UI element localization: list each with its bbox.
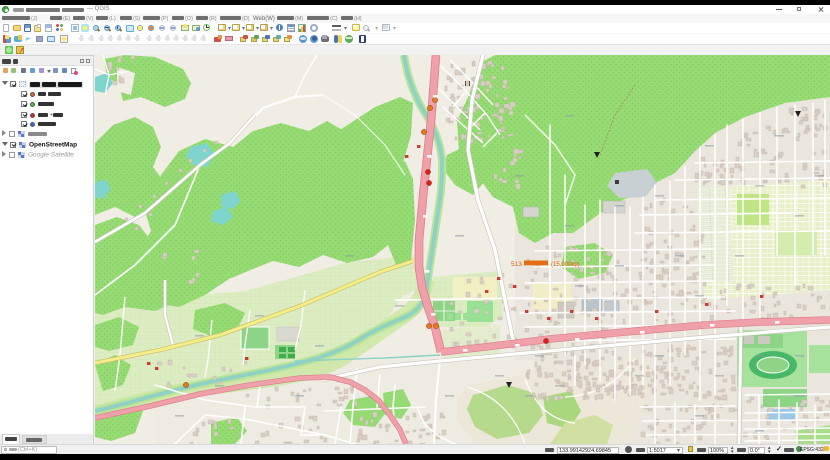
svg-text:513: 513 — [511, 261, 522, 268]
svg-text:(15,000kp): (15,000kp) — [551, 262, 580, 268]
